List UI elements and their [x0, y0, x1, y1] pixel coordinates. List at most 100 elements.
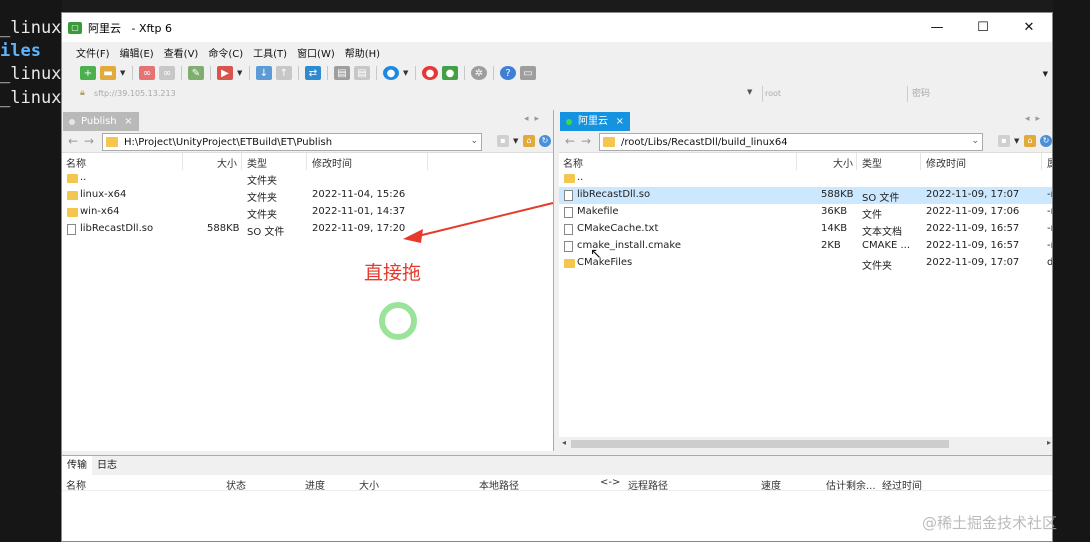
col-size[interactable]: 大小	[217, 155, 237, 170]
col-attributes[interactable]: 属	[1047, 155, 1052, 170]
remote-path-input[interactable]: /root/Libs/RecastDll/build_linux64 ⌄	[599, 133, 983, 151]
refresh-icon[interactable]: ↻	[1040, 135, 1052, 147]
download-icon[interactable]: ↓	[256, 66, 272, 80]
scroll-left-icon[interactable]: ◂	[562, 438, 566, 447]
back-arrow-icon[interactable]: ←	[565, 134, 575, 148]
username-field[interactable]: root	[762, 86, 902, 102]
col-type[interactable]: 类型	[247, 155, 267, 170]
col-local-path[interactable]: 本地路径	[479, 477, 519, 492]
file-row[interactable]: CMakeCache.txt 14KB 文本文档 2022-11-09, 16:57 -…	[559, 221, 1052, 238]
xshell-icon[interactable]: ●	[422, 66, 438, 80]
local-path-input[interactable]: H:\Project\UnityProject\ETBuild\ET\Publi…	[102, 133, 482, 151]
col-name[interactable]: 名称	[66, 477, 86, 492]
refresh-icon[interactable]: ↻	[539, 135, 551, 147]
file-row[interactable]: win-x64 文件夹 2022-11-01, 14:37	[62, 204, 553, 221]
open-dropdown-icon[interactable]: ▼	[120, 69, 126, 77]
tool-dropdown-icon[interactable]: ▼	[513, 137, 519, 145]
path-dropdown-icon[interactable]: ⌄	[470, 136, 478, 146]
col-progress[interactable]: 进度	[305, 477, 325, 492]
col-divider[interactable]	[796, 153, 797, 170]
file-row[interactable]: ..	[559, 170, 1052, 187]
home-folder-icon[interactable]: ⌂	[523, 135, 535, 147]
forward-arrow-icon[interactable]: →	[581, 134, 591, 148]
upload-icon[interactable]: ↑	[276, 66, 292, 80]
col-remote-path[interactable]: 远程路径	[628, 477, 668, 492]
col-divider[interactable]	[241, 153, 242, 170]
file-row[interactable]: Makefile 36KB 文件 2022-11-09, 17:06 -r	[559, 204, 1052, 221]
play-dropdown-icon[interactable]: ▼	[237, 69, 243, 77]
col-name[interactable]: 名称	[66, 155, 86, 170]
tab-nav-arrows-icon[interactable]: ◂▸	[524, 114, 545, 124]
copy-icon[interactable]: ▤	[354, 66, 370, 80]
home-folder-icon[interactable]: ⌂	[1024, 135, 1036, 147]
menu-view[interactable]: 查看(V)	[164, 45, 199, 60]
col-divider[interactable]	[306, 153, 307, 170]
close-tab-icon[interactable]: ×	[616, 112, 624, 131]
col-size[interactable]: 大小	[359, 477, 379, 492]
col-type[interactable]: 类型	[862, 155, 882, 170]
file-row[interactable]: .. 文件夹	[62, 170, 553, 187]
minimize-button[interactable]: —	[914, 13, 960, 42]
title-bar[interactable]: ▢ 阿里云 - Xftp 6 — ☐ ✕	[62, 13, 1052, 42]
col-divider[interactable]	[856, 153, 857, 170]
connect-icon[interactable]: ∞	[139, 66, 155, 80]
disconnect-icon[interactable]: ∞	[159, 66, 175, 80]
tab-nav-arrows-icon[interactable]: ◂▸	[1025, 114, 1046, 124]
back-arrow-icon[interactable]: ←	[68, 134, 78, 148]
tool-bookmark-icon[interactable]: ▪	[998, 135, 1010, 147]
xftp-icon[interactable]: ●	[442, 66, 458, 80]
file-row[interactable]: libRecastDll.so 588KB SO 文件 2022-11-09, 17:…	[559, 187, 1052, 204]
col-modified[interactable]: 修改时间	[312, 155, 352, 170]
col-divider[interactable]	[920, 153, 921, 170]
maximize-button[interactable]: ☐	[960, 13, 1006, 42]
tool-dropdown-icon[interactable]: ▼	[1014, 137, 1020, 145]
forward-arrow-icon[interactable]: →	[84, 134, 94, 148]
sync-icon[interactable]: ⇄	[305, 66, 321, 80]
new-session-icon[interactable]: +	[80, 66, 96, 80]
password-field[interactable]: 密码	[907, 86, 1047, 102]
col-size[interactable]: 大小	[833, 155, 853, 170]
tab-transfers[interactable]: 传输	[62, 456, 92, 475]
menu-command[interactable]: 命令(C)	[208, 45, 243, 60]
col-divider[interactable]	[182, 153, 183, 170]
col-status[interactable]: 状态	[226, 477, 246, 492]
col-divider[interactable]	[427, 153, 428, 170]
close-tab-icon[interactable]: ×	[124, 112, 132, 131]
play-icon[interactable]: ▶	[217, 66, 233, 80]
menu-edit[interactable]: 编辑(E)	[120, 45, 154, 60]
col-speed[interactable]: 速度	[761, 477, 781, 492]
menu-window[interactable]: 窗口(W)	[297, 45, 335, 60]
open-folder-icon[interactable]: ▬	[100, 66, 116, 80]
host-dropdown-icon[interactable]: ▼	[747, 88, 752, 96]
col-divider[interactable]	[1041, 153, 1042, 170]
host-address-input[interactable]: sftp://39.105.13.213	[90, 86, 760, 102]
print-icon[interactable]: ▤	[334, 66, 350, 80]
col-direction[interactable]: <->	[600, 477, 620, 488]
file-row[interactable]: CMakeFiles 文件夹 2022-11-09, 17:07 d	[559, 255, 1052, 272]
menu-file[interactable]: 文件(F)	[76, 45, 110, 60]
help-icon[interactable]: ?	[500, 66, 516, 80]
tab-remote-aliyun[interactable]: 阿里云 ×	[560, 112, 630, 131]
path-dropdown-icon[interactable]: ⌄	[971, 136, 979, 146]
file-row[interactable]: cmake_install.cmake 2KB CMAKE ... 2022-11-0…	[559, 238, 1052, 255]
properties-icon[interactable]: ✎	[188, 66, 204, 80]
col-modified[interactable]: 修改时间	[926, 155, 966, 170]
file-row[interactable]: linux-x64 文件夹 2022-11-04, 15:26	[62, 187, 553, 204]
tool-bookmark-icon[interactable]: ▪	[497, 135, 509, 147]
tab-local-publish[interactable]: Publish ×	[63, 112, 139, 131]
file-row[interactable]: libRecastDll.so 588KB SO 文件 2022-11-09, 17:…	[62, 221, 553, 238]
toolbar-overflow-icon[interactable]: ▼	[1043, 70, 1048, 78]
settings-gear-icon[interactable]: ✲	[471, 66, 487, 80]
col-eta[interactable]: 估计剩余...	[826, 477, 876, 492]
scrollbar-thumb[interactable]	[571, 440, 949, 448]
chat-icon[interactable]: ▭	[520, 66, 536, 80]
menu-help[interactable]: 帮助(H)	[345, 45, 380, 60]
col-name[interactable]: 名称	[563, 155, 583, 170]
scroll-right-icon[interactable]: ▸	[1047, 438, 1051, 447]
horizontal-scrollbar[interactable]: ◂ ▸	[559, 437, 1052, 451]
globe-icon[interactable]: ●	[383, 66, 399, 80]
menu-tools[interactable]: 工具(T)	[253, 45, 287, 60]
col-elapsed[interactable]: 经过时间	[882, 477, 922, 492]
globe-dropdown-icon[interactable]: ▼	[403, 69, 409, 77]
close-button[interactable]: ✕	[1006, 13, 1052, 42]
